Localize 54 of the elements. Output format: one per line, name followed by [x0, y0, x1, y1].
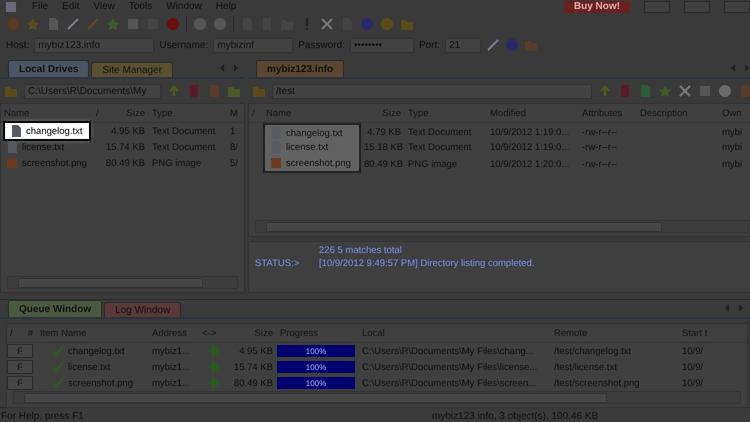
page-icon[interactable]: [207, 84, 221, 98]
folder-icon[interactable]: [227, 84, 241, 98]
circle-icon[interactable]: [360, 17, 374, 31]
circle-icon[interactable]: [380, 17, 394, 31]
log-prefix: STATUS:>: [255, 257, 300, 270]
right-arrow-icon: [207, 360, 221, 374]
progress-bar: 100%: [277, 377, 355, 389]
column-header[interactable]: /: [93, 108, 101, 118]
window-icon: [4, 0, 18, 14]
column-header[interactable]: <->: [199, 328, 229, 338]
tab[interactable]: Queue Window: [8, 300, 102, 317]
image-file-icon: [269, 156, 283, 170]
cross-icon[interactable]: [320, 17, 334, 31]
file-name-cell[interactable]: license.txt: [263, 139, 361, 155]
tab[interactable]: Log Window: [104, 302, 182, 317]
folder-icon[interactable]: [400, 17, 414, 31]
cross-circle-icon[interactable]: [166, 17, 180, 31]
plug-icon[interactable]: [66, 17, 80, 31]
log-message: 226 5 matches total: [319, 244, 402, 257]
check-icon: [51, 344, 65, 358]
right-arrow-icon: [207, 376, 221, 390]
page-icon[interactable]: [738, 84, 750, 98]
column-header[interactable]: /: [7, 328, 21, 338]
folder-icon: [252, 84, 266, 98]
folder-icon: [4, 84, 18, 98]
buy-now-button[interactable]: Buy Now!: [564, 0, 630, 12]
tab[interactable]: mybiz123.info: [256, 60, 344, 77]
file-name-cell[interactable]: screenshot.png: [263, 155, 361, 173]
image-file-icon: [5, 156, 19, 170]
plug-icon[interactable]: [486, 38, 500, 52]
tab[interactable]: Site Manager: [91, 62, 173, 77]
tab-scroll-arrows-icon[interactable]: [219, 63, 239, 73]
scrollbar[interactable]: [13, 391, 741, 404]
column-header[interactable]: /: [249, 108, 263, 118]
circle-icon[interactable]: [6, 17, 20, 31]
cross-icon[interactable]: [678, 84, 692, 98]
circle-icon[interactable]: [505, 38, 520, 52]
check-icon: [51, 376, 65, 390]
tab-scroll-arrows-icon[interactable]: [724, 303, 744, 313]
right-arrow-icon: [207, 344, 221, 358]
circle-icon[interactable]: [718, 84, 732, 98]
check-icon: [51, 360, 65, 374]
progress-bar: 100%: [277, 345, 355, 357]
log-message: [10/9/2012 9:49:57 PM] Directory listing completed.: [319, 257, 534, 270]
page-icon[interactable]: [46, 17, 60, 31]
password-field[interactable]: ••••••••: [350, 38, 414, 52]
progress-bar: 100%: [277, 361, 355, 373]
tab-scroll-arrows-icon[interactable]: [730, 63, 750, 73]
column-header[interactable]: #: [21, 328, 37, 338]
folder-icon[interactable]: [524, 38, 538, 52]
square-icon[interactable]: [126, 17, 140, 31]
page-icon: [9, 124, 23, 138]
file-name-cell[interactable]: changelog.txt: [5, 123, 89, 139]
tab[interactable]: Local Drives: [8, 60, 90, 77]
